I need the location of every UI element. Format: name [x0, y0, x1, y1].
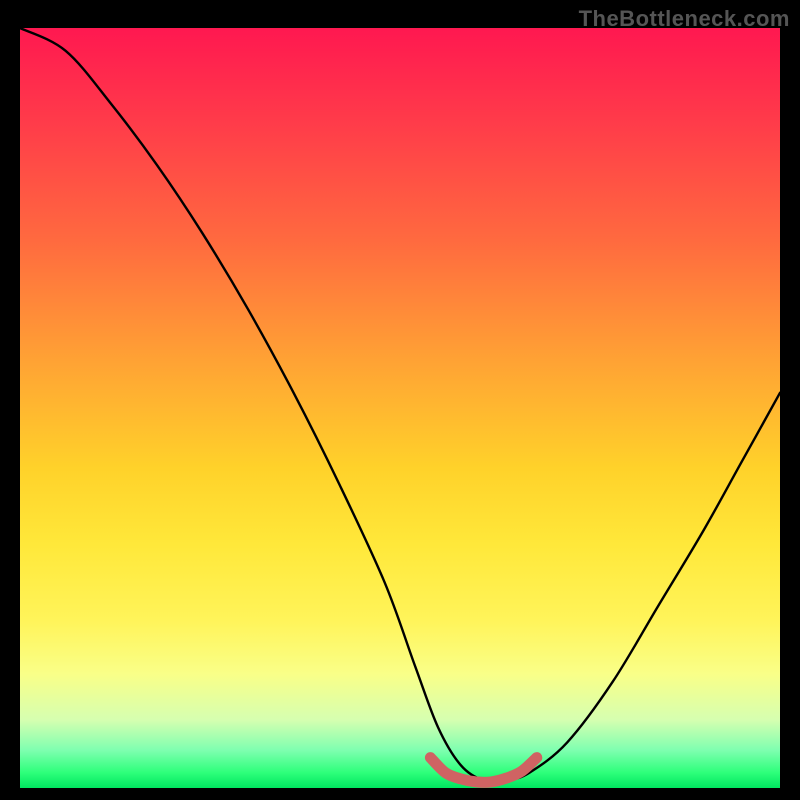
bottleneck-curve-path — [20, 28, 780, 782]
plot-area — [20, 28, 780, 788]
chart-container: TheBottleneck.com — [0, 0, 800, 800]
optimal-range-path — [430, 758, 536, 783]
curve-overlay — [20, 28, 780, 788]
attribution-label: TheBottleneck.com — [579, 6, 790, 32]
